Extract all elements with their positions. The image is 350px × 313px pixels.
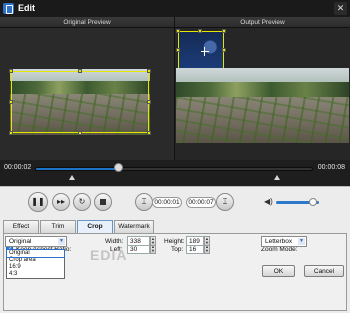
original-preview-title: Original Preview <box>0 17 174 28</box>
watermark-handle-top[interactable] <box>198 29 202 33</box>
height-stepper[interactable]: ▲ ▼ <box>204 236 210 246</box>
down-icon: ▼ <box>205 248 209 253</box>
current-time: 00:00:02 <box>4 164 32 171</box>
output-preview-title: Output Preview <box>175 17 350 28</box>
down-icon: ▼ <box>205 240 209 245</box>
crop-handle-left[interactable] <box>9 100 13 104</box>
window-title: Edit <box>18 3 35 13</box>
aspect-ratio-dropdown-list: Original Crop area 16:9 4:3 <box>6 249 65 279</box>
seek-progress <box>36 168 119 170</box>
trim-end-marker[interactable] <box>274 175 280 180</box>
watermark-handle-right[interactable] <box>222 48 226 52</box>
start-time-field[interactable]: 00:00:01 <box>152 197 182 208</box>
tab-effect[interactable]: Effect <box>3 220 39 233</box>
original-preview-pane: Original Preview <box>0 17 175 160</box>
width-label: Width: <box>105 238 124 245</box>
volume-icon[interactable]: ◀) <box>264 197 274 207</box>
zoom-mode-value: Letterbox <box>265 238 293 245</box>
chevron-down-icon: ▼ <box>298 238 305 245</box>
crop-handle-bottom-right[interactable] <box>147 131 151 135</box>
down-icon: ▼ <box>151 240 155 245</box>
watermark-handle-left[interactable] <box>176 48 180 52</box>
top-label: Top: <box>171 246 184 253</box>
cancel-button[interactable]: Cancel <box>304 265 344 277</box>
end-time-field[interactable]: 00:00:07 <box>186 197 216 208</box>
seek-track[interactable] <box>35 167 313 171</box>
app-icon <box>3 3 14 14</box>
rotate-button[interactable]: ↻ <box>73 193 91 211</box>
crop-handle-bottom[interactable] <box>78 131 82 135</box>
option-16-9[interactable]: 16:9 <box>7 264 64 271</box>
tab-trim[interactable]: Trim <box>40 220 76 233</box>
crop-handle-bottom-left[interactable] <box>9 131 13 135</box>
output-video-frame <box>176 68 349 143</box>
title-bar: Edit ✕ <box>0 0 350 17</box>
watermark-area-rectangle[interactable] <box>176 29 226 73</box>
end-time: 00:00:08 <box>317 164 345 171</box>
next-frame-button[interactable]: ▸▸ <box>52 193 70 211</box>
ok-button[interactable]: OK <box>262 265 295 277</box>
option-crop-area[interactable]: Crop area <box>7 257 64 264</box>
option-original[interactable]: Original <box>6 249 65 258</box>
width-input[interactable]: 338 <box>127 236 150 246</box>
zoom-mode-label: Zoom Mode: <box>261 246 298 253</box>
set-end-button[interactable]: ⌶ <box>216 193 234 211</box>
move-crosshair-icon <box>201 51 209 52</box>
zoom-mode-select[interactable]: Letterbox ▼ <box>261 236 307 247</box>
tab-crop[interactable]: Crop <box>77 220 113 233</box>
crop-handle-top-left[interactable] <box>9 69 13 73</box>
output-preview-pane: Output Preview <box>175 17 350 160</box>
crop-handle-right[interactable] <box>147 100 151 104</box>
chevron-down-icon: ▼ <box>58 238 65 245</box>
height-input[interactable]: 189 <box>186 236 204 246</box>
site-watermark: EDIA <box>90 247 128 263</box>
pause-button[interactable]: ❚❚ <box>28 192 48 212</box>
move-crosshair-icon-vertical <box>204 47 205 56</box>
aspect-ratio-value: Original <box>9 238 32 245</box>
trim-start-marker[interactable] <box>69 175 75 180</box>
volume-knob[interactable] <box>308 198 317 206</box>
crop-handle-top[interactable] <box>78 69 82 73</box>
crop-rectangle[interactable] <box>9 69 151 135</box>
crop-handle-top-right[interactable] <box>147 69 151 73</box>
down-icon: ▼ <box>151 248 155 253</box>
height-label: Height: <box>164 238 185 245</box>
stop-icon <box>100 199 106 205</box>
watermark-handle-top-left[interactable] <box>176 29 180 33</box>
tab-watermark[interactable]: Watermark <box>114 220 154 233</box>
aspect-ratio-select[interactable]: Original ▼ <box>5 236 67 247</box>
watermark-handle-top-right[interactable] <box>222 29 226 33</box>
preview-area: Original Preview Output Preview <box>0 17 350 160</box>
width-stepper[interactable]: ▲ ▼ <box>150 236 156 246</box>
timeline-bar: 00:00:02 00:00:08 <box>0 160 350 186</box>
close-button[interactable]: ✕ <box>334 2 347 15</box>
option-4-3[interactable]: 4:3 <box>7 271 64 278</box>
stop-button[interactable] <box>94 193 112 211</box>
set-start-button[interactable]: ⌶ <box>135 193 153 211</box>
